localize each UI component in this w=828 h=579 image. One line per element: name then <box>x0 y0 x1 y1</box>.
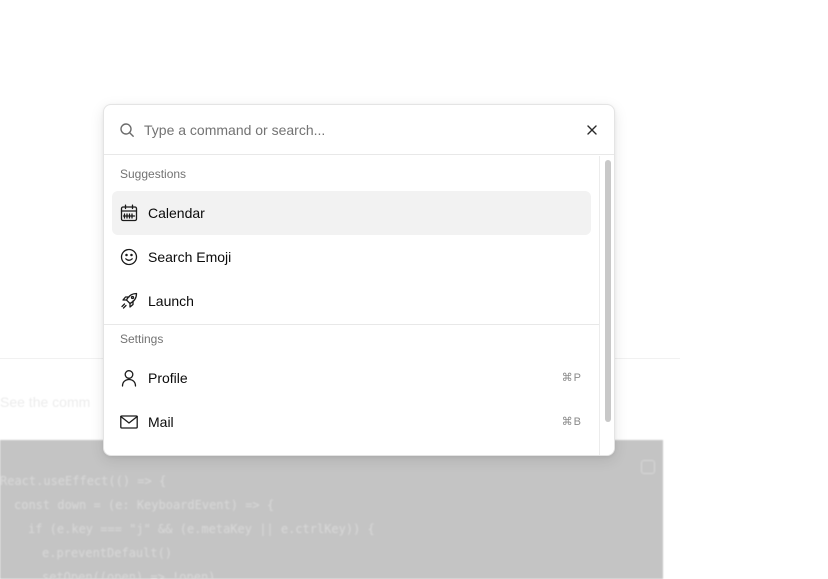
user-icon <box>121 370 137 387</box>
scrollbar-thumb[interactable] <box>605 160 611 422</box>
code-line: setOpen((open) => !open) <box>42 570 216 579</box>
command-dialog: Suggestions Calendar <box>103 104 615 456</box>
scrollbar[interactable] <box>599 156 614 455</box>
command-item-search-emoji[interactable]: Search Emoji <box>112 235 591 279</box>
background-text: See the comm <box>0 394 91 410</box>
page: See the comm React.useEffect(() => { con… <box>0 0 828 579</box>
code-line: if (e.key === "j" && (e.metaKey || e.ctr… <box>28 522 375 536</box>
search-icon <box>120 123 134 137</box>
command-item-label: Launch <box>148 293 194 309</box>
command-list[interactable]: Suggestions Calendar Search Emoji Launch… <box>104 156 599 455</box>
command-item-mail[interactable]: Mail ⌘B <box>112 400 591 444</box>
close-icon[interactable] <box>584 122 600 138</box>
shortcut-label: ⌘P <box>561 372 582 384</box>
copy-icon <box>641 460 655 474</box>
command-item-label: Calendar <box>148 205 205 221</box>
rocket-icon <box>121 292 138 309</box>
search-row <box>104 105 614 155</box>
code-line: React.useEffect(() => { <box>0 474 167 488</box>
search-input[interactable] <box>144 118 564 142</box>
calendar-icon <box>120 204 138 222</box>
command-item-label: Mail <box>148 414 174 430</box>
shortcut-label: ⌘B <box>561 416 582 428</box>
code-line: e.preventDefault() <box>42 546 173 560</box>
command-item-launch[interactable]: Launch <box>112 279 591 323</box>
command-item-profile[interactable]: Profile ⌘P <box>112 356 591 400</box>
group-heading-suggestions: Suggestions <box>120 167 187 181</box>
command-item-partial[interactable] <box>112 444 591 455</box>
background-code-block: React.useEffect(() => { const down = (e:… <box>0 440 663 579</box>
group-separator <box>104 324 599 325</box>
command-item-calendar[interactable]: Calendar <box>112 191 591 235</box>
mail-icon <box>120 415 138 429</box>
group-heading-settings: Settings <box>120 332 164 346</box>
command-item-label: Search Emoji <box>148 249 232 265</box>
command-item-label: Profile <box>148 370 188 386</box>
code-line: const down = (e: KeyboardEvent) => { <box>14 498 275 512</box>
smile-icon <box>120 248 138 266</box>
